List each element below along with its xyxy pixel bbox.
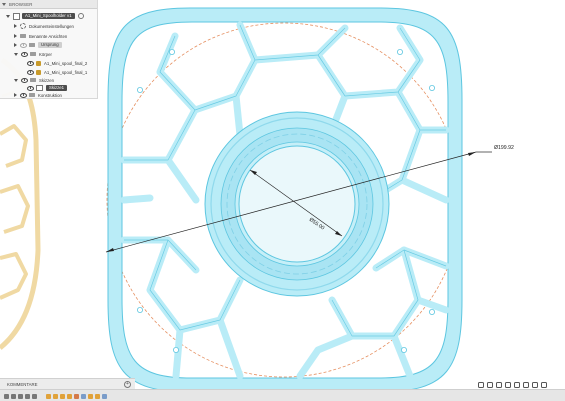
folder-icon: [20, 34, 26, 38]
eye-icon[interactable]: [27, 69, 34, 75]
comments-panel[interactable]: KOMMENTARE +: [0, 378, 135, 389]
tree-item-label: Ursprung: [38, 42, 62, 48]
tree-root[interactable]: A1_Mini_Spoolholder v1: [6, 12, 84, 20]
browser-title: BROWSER: [9, 1, 33, 7]
browser-panel: BROWSER A1_Mini_Spoolholder v1 Dokumente…: [0, 0, 98, 99]
tree-item-body-1[interactable]: A1_Mini_spool_final_1: [27, 68, 87, 76]
previous-step-icon[interactable]: [11, 393, 16, 399]
last-step-icon[interactable]: [32, 393, 37, 399]
eye-icon[interactable]: [27, 60, 34, 66]
tree-item-dokumenteinstellungen[interactable]: Dokumenteinstellungen: [14, 22, 74, 30]
folder-icon: [29, 93, 35, 97]
other-part-outline: [0, 57, 41, 350]
play-icon[interactable]: [18, 393, 23, 399]
folder-icon: [29, 43, 35, 47]
collapse-icon[interactable]: [2, 2, 6, 6]
body-icon: [36, 60, 41, 66]
eye-icon[interactable]: [27, 85, 34, 91]
navigation-toolbar: [478, 380, 550, 389]
tree-item-body-2[interactable]: A1_Mini_spool_final_2: [27, 59, 87, 67]
tree-item-ursprung[interactable]: Ursprung: [14, 41, 62, 49]
expand-icon[interactable]: [14, 43, 17, 47]
root-label: A1_Mini_Spoolholder v1: [22, 13, 75, 19]
fit-icon[interactable]: [514, 381, 520, 388]
timeline-feature[interactable]: [53, 393, 58, 399]
tree-item-skizzen[interactable]: Skizzen: [14, 76, 54, 84]
embossed-logo: [364, 98, 399, 140]
grid-icon[interactable]: [532, 381, 538, 388]
tree-item-koerper[interactable]: Körper: [14, 50, 52, 58]
eye-icon[interactable]: [21, 77, 28, 83]
display-settings-icon[interactable]: [523, 381, 529, 388]
pan-icon[interactable]: [496, 381, 502, 388]
tree-item-label: Skizzen: [39, 77, 55, 83]
timeline-feature[interactable]: [46, 393, 51, 399]
tree-item-benannte-ansichten[interactable]: Benannte Ansichten: [14, 32, 67, 40]
first-step-icon[interactable]: [4, 393, 9, 399]
timeline-features: [46, 393, 109, 399]
tree-item-label: Konstruktion: [38, 92, 62, 98]
look-at-icon[interactable]: [487, 381, 493, 388]
tree-item-label: A1_Mini_spool_final_1: [44, 69, 88, 75]
timeline-feature[interactable]: [102, 393, 107, 399]
body-icon: [36, 69, 41, 75]
tree-item-konstruktion[interactable]: Konstruktion: [14, 91, 62, 99]
timeline-feature[interactable]: [60, 393, 65, 399]
comments-label: KOMMENTARE: [7, 381, 38, 387]
expand-icon[interactable]: [14, 93, 17, 97]
timeline-bar: [0, 389, 565, 401]
browser-header[interactable]: BROWSER: [0, 0, 97, 9]
expand-icon[interactable]: [14, 52, 18, 56]
viewports-icon[interactable]: [541, 381, 547, 388]
timeline-controls: [4, 393, 39, 399]
spool-holder-part[interactable]: [107, 7, 463, 393]
zoom-icon[interactable]: [505, 381, 511, 388]
component-root-icon: [13, 12, 20, 20]
expand-icon[interactable]: [6, 14, 10, 18]
timeline-feature[interactable]: [95, 393, 100, 399]
next-step-icon[interactable]: [25, 393, 30, 399]
tree-item-label: Benannte Ansichten: [29, 33, 68, 39]
expand-icon[interactable]: [14, 34, 17, 38]
gear-icon: [20, 23, 26, 29]
dimension-outer-label: Ø199.92: [494, 145, 514, 151]
tree-item-label: Körper: [39, 51, 52, 57]
expand-icon[interactable]: [14, 24, 17, 28]
orbit-icon[interactable]: [478, 381, 484, 388]
eye-icon[interactable]: [20, 42, 27, 48]
eye-icon[interactable]: [20, 92, 27, 98]
timeline-feature[interactable]: [67, 393, 72, 399]
record-icon[interactable]: [77, 13, 84, 19]
folder-icon: [30, 78, 36, 82]
tree-item-label: Dokumenteinstellungen: [29, 23, 74, 29]
expand-icon[interactable]: [14, 78, 18, 82]
timeline-feature[interactable]: [81, 393, 86, 399]
add-comment-button[interactable]: +: [124, 381, 131, 388]
timeline-feature[interactable]: [88, 393, 93, 399]
eye-icon[interactable]: [21, 51, 28, 57]
folder-icon: [30, 52, 36, 56]
timeline-feature[interactable]: [74, 393, 79, 399]
tree-item-label: A1_Mini_spool_final_2: [44, 60, 88, 66]
